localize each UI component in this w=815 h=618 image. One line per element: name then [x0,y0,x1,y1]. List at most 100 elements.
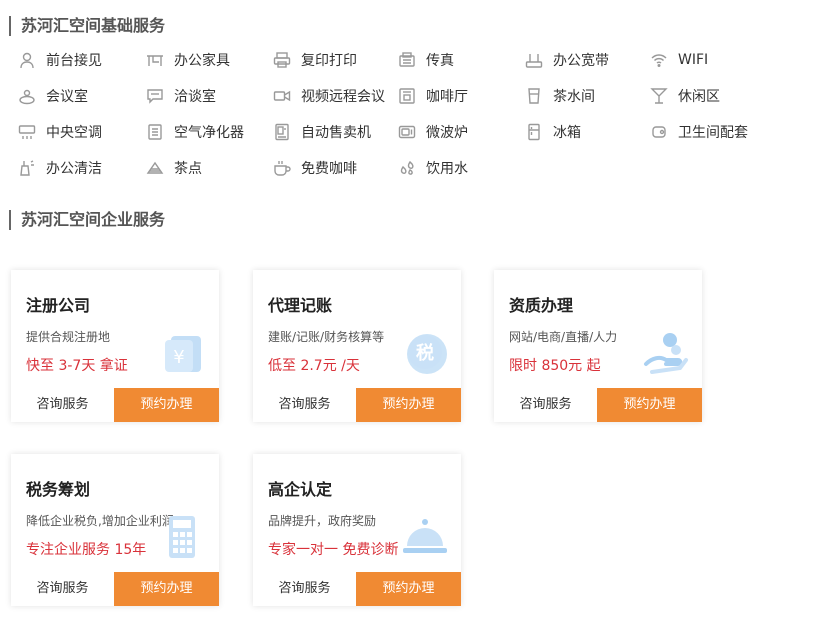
facility-label: 自动售卖机 [301,125,371,141]
facility-toilet: 卫生间配套 [650,116,748,148]
book-button[interactable]: 预约办理 [356,572,461,606]
facility-tea-room: 茶水间 [525,80,595,112]
service-bell-icon [401,512,449,560]
hand-coin-icon [642,328,690,376]
facility-label: 免费咖啡 [301,161,357,177]
service-card-qualification: 资质办理 网站/电商/直播/人力 限时 850元 起 咨询服务 预约办理 [494,270,702,422]
card-description: 品牌提升，政府奖励 [268,514,377,528]
service-card-high-tech-certification: 高企认定 品牌提升，政府奖励 专家一对一 免费诊断 咨询服务 预约办理 [253,454,461,606]
book-button[interactable]: 预约办理 [114,388,219,422]
facility-label: 办公宽带 [553,53,609,69]
router-icon [525,51,543,69]
book-button[interactable]: 预约办理 [597,388,702,422]
facility-lounge: 休闲区 [650,80,720,112]
facility-label: 茶水间 [553,89,595,105]
card-title: 税务筹划 [26,480,91,499]
desk-icon [146,51,164,69]
card-title: 高企认定 [268,480,333,499]
microwave-icon [398,123,416,141]
book-button[interactable]: 预约办理 [356,388,461,422]
consult-button[interactable]: 咨询服务 [253,388,356,422]
facilities-grid: 前台接见 办公家具 复印打印 传真 办公宽带 WIFI 会议室 洽谈室 视频远程… [18,44,808,188]
consult-button[interactable]: 咨询服务 [11,572,114,606]
fax-icon [398,51,416,69]
svg-text:税: 税 [416,342,434,364]
facility-label: 微波炉 [426,125,468,141]
facility-row: 会议室 洽谈室 视频远程会议 咖啡厅 茶水间 休闲区 [18,80,808,116]
card-price: 快至 3-7天 拿证 [26,358,128,374]
tea-cup-icon [525,87,543,105]
card-description: 提供合规注册地 [26,330,111,344]
facility-label: 中央空调 [46,125,102,141]
facility-label: 办公家具 [174,53,230,69]
card-description: 网站/电商/直播/人力 [509,330,618,344]
cleaning-icon [18,159,36,177]
toilet-icon [650,123,668,141]
video-camera-icon [273,87,291,105]
tax-badge-icon: 税 [401,328,449,376]
facility-label: 冰箱 [553,125,581,141]
consult-button[interactable]: 咨询服务 [494,388,597,422]
service-card-bookkeeping: 代理记账 建账/记账/财务核算等 低至 2.7元 /天 税 咨询服务 预约办理 [253,270,461,422]
card-description: 降低企业税负,增加企业利润 [26,514,174,528]
card-title: 代理记账 [268,296,333,315]
fridge-icon [525,123,543,141]
card-title: 资质办理 [509,296,574,315]
facility-label: 洽谈室 [174,89,216,105]
chat-room-icon [146,87,164,105]
facility-label: 咖啡厅 [426,89,468,105]
air-conditioner-icon [18,123,36,141]
book-button[interactable]: 预约办理 [114,572,219,606]
yuan-icon: ¥ [159,328,207,376]
facility-row: 中央空调 空气净化器 自动售卖机 微波炉 冰箱 卫生间配套 [18,116,808,152]
card-description: 建账/记账/财务核算等 [268,330,385,344]
facility-video-meeting: 视频远程会议 [273,80,385,112]
facility-label: 休闲区 [678,89,720,105]
facility-label: 会议室 [46,89,88,105]
card-price: 限时 850元 起 [509,358,601,374]
printer-icon [273,51,291,69]
facility-air-purifier: 空气净化器 [146,116,244,148]
facility-label: WIFI [678,52,709,68]
facility-cleaning: 办公清洁 [18,152,102,184]
card-title: 注册公司 [26,296,91,315]
facility-water: 饮用水 [398,152,468,184]
coffee-cup-icon [273,159,291,177]
person-icon [18,51,36,69]
facility-label: 饮用水 [426,161,468,177]
facility-label: 视频远程会议 [301,89,385,105]
facility-label: 空气净化器 [174,125,244,141]
service-card-tax-planning: 税务筹划 降低企业税负,增加企业利润 专注企业服务 15年 咨询服务 预约办理 [11,454,219,606]
snack-icon [146,159,164,177]
facility-furniture: 办公家具 [146,44,230,76]
facility-label: 卫生间配套 [678,125,748,141]
facility-row: 前台接见 办公家具 复印打印 传真 办公宽带 WIFI [18,44,808,80]
facility-vending: 自动售卖机 [273,116,371,148]
facility-label: 前台接见 [46,53,102,69]
svg-text:¥: ¥ [173,347,184,368]
coffee-machine-icon [398,87,416,105]
facility-snack: 茶点 [146,152,202,184]
card-price: 低至 2.7元 /天 [268,358,360,374]
calculator-icon [159,512,207,560]
consult-button[interactable]: 咨询服务 [11,388,114,422]
facility-printing: 复印打印 [273,44,357,76]
facility-fridge: 冰箱 [525,116,581,148]
facility-meeting-room: 会议室 [18,80,88,112]
section-title-basic: 苏河汇空间基础服务 [9,16,165,36]
facility-cafe: 咖啡厅 [398,80,468,112]
meeting-room-icon [18,87,36,105]
consult-button[interactable]: 咨询服务 [253,572,356,606]
facility-microwave: 微波炉 [398,116,468,148]
card-price: 专家一对一 免费诊断 [268,542,399,558]
facility-air-conditioning: 中央空调 [18,116,102,148]
facility-row: 办公清洁 茶点 免费咖啡 饮用水 [18,152,808,188]
vending-machine-icon [273,123,291,141]
water-drops-icon [398,159,416,177]
air-purifier-icon [146,123,164,141]
wifi-icon [650,51,668,69]
facility-free-coffee: 免费咖啡 [273,152,357,184]
service-card-company-registration: 注册公司 提供合规注册地 快至 3-7天 拿证 ¥ 咨询服务 预约办理 [11,270,219,422]
section-title-enterprise: 苏河汇空间企业服务 [9,210,165,230]
cocktail-icon [650,87,668,105]
